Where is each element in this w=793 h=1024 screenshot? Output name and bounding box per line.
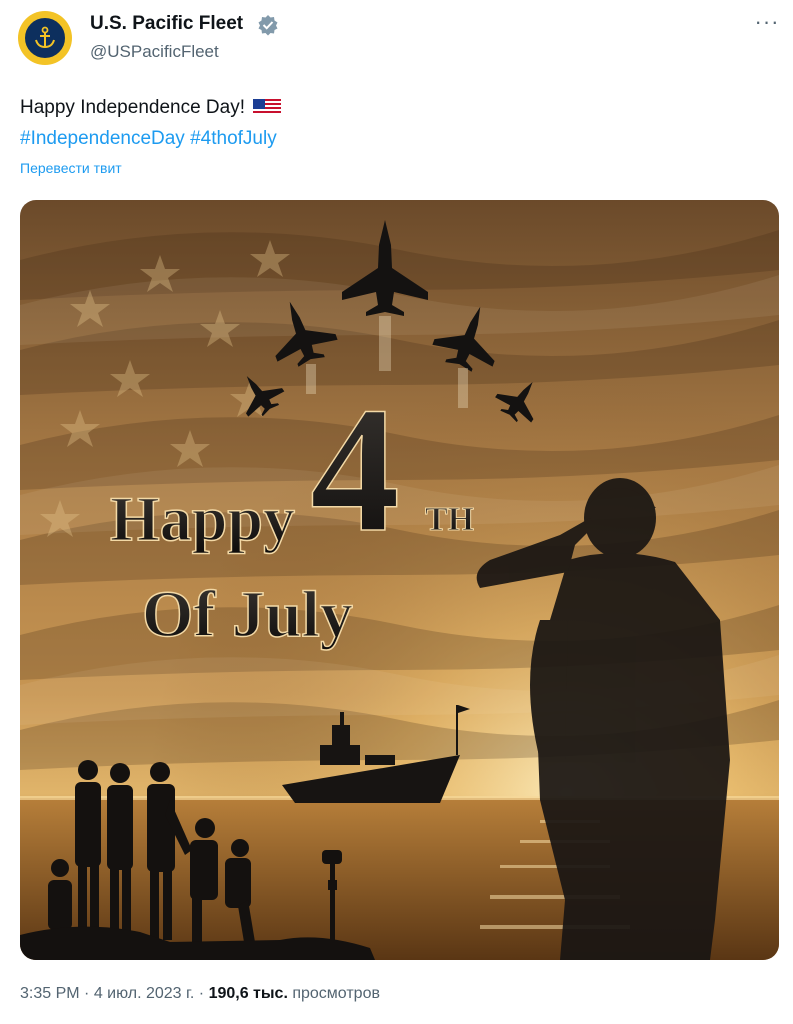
- poster-word-july: Of July: [142, 578, 353, 651]
- views-count: 190,6 тыс.: [208, 985, 288, 1002]
- hashtag-4thofjuly[interactable]: #4thofJuly: [190, 128, 277, 149]
- tweet-body: Happy Independence Day!: [20, 97, 245, 118]
- tweet-meta: 3:35 PM · 4 июл. 2023 г. · 190,6 тыс. пр…: [20, 985, 380, 1003]
- tweet-date[interactable]: 4 июл. 2023 г.: [94, 985, 195, 1002]
- meta-separator: ·: [194, 985, 209, 1002]
- tweet-image[interactable]: 4 TH Happy Of July: [20, 200, 779, 960]
- hashtag-list: #IndependenceDay #4thofJuly: [20, 124, 277, 154]
- tweet-text: Happy Independence Day!: [20, 93, 282, 123]
- tweet-card: U.S. Pacific Fleet @USPacificFleet ··· H…: [0, 0, 793, 1024]
- views-label: просмотров: [287, 985, 380, 1002]
- independence-day-poster: 4 TH Happy Of July: [20, 200, 779, 960]
- author-handle[interactable]: @USPacificFleet: [90, 42, 219, 62]
- tweet-time[interactable]: 3:35 PM: [20, 985, 80, 1002]
- translate-tweet-link[interactable]: Перевести твит: [20, 160, 122, 176]
- more-options-button[interactable]: ···: [752, 10, 782, 38]
- us-flag-icon: [253, 97, 282, 115]
- meta-separator: ·: [79, 985, 94, 1002]
- hashtag-independenceday[interactable]: #IndependenceDay: [20, 128, 185, 149]
- poster-number: 4: [310, 370, 400, 569]
- avatar[interactable]: [18, 11, 72, 65]
- poster-word-happy: Happy: [110, 483, 295, 554]
- verified-badge-icon: [258, 15, 278, 36]
- poster-suffix: TH: [425, 501, 474, 538]
- anchor-icon: [23, 16, 67, 60]
- author-display-name[interactable]: U.S. Pacific Fleet: [90, 13, 243, 35]
